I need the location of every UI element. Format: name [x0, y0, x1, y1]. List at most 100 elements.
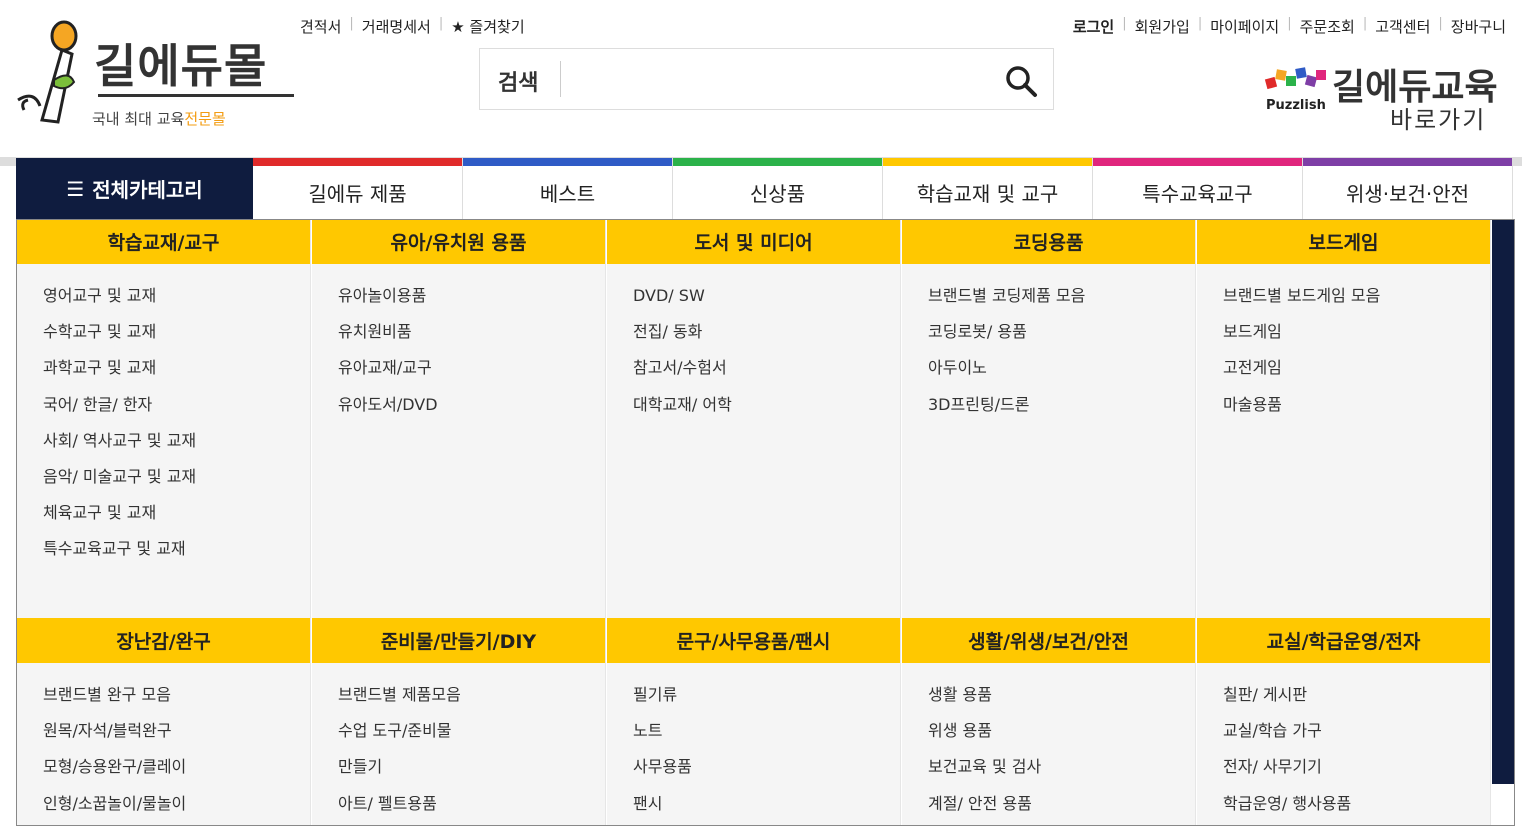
- subcategory-link[interactable]: 원목/자석/블럭완구: [43, 719, 310, 755]
- subcategory-link[interactable]: 국어/ 한글/ 한자: [43, 393, 310, 429]
- tab-label: 학습교재 및 교구: [916, 182, 1059, 206]
- subcategory-link[interactable]: 대학교재/ 어학: [633, 393, 900, 429]
- subcategory-link[interactable]: 3D프린팅/드론: [928, 393, 1195, 429]
- subcategory-link[interactable]: 수업 도구/준비물: [338, 719, 605, 755]
- subcategory-link[interactable]: 코딩로봇/ 용품: [928, 320, 1195, 356]
- search-icon[interactable]: [1003, 63, 1039, 99]
- tab-color-bar: [1303, 158, 1512, 166]
- subcategory-link[interactable]: 만들기: [338, 755, 605, 791]
- category-heading[interactable]: 유아/유치원 용품: [312, 219, 605, 264]
- tab-color-bar: [463, 158, 672, 166]
- site-logo[interactable]: 길에듀몰 국내 최대 교육전문몰: [14, 20, 304, 132]
- subcategory-link[interactable]: 전자/ 사무기기: [1223, 755, 1490, 791]
- subcategory-link[interactable]: 수학교구 및 교재: [43, 320, 310, 356]
- category-heading[interactable]: 교실/학급운영/전자: [1197, 618, 1490, 663]
- tab-color-bar: [673, 158, 882, 166]
- category-heading[interactable]: 보드게임: [1197, 219, 1490, 264]
- subcategory-link[interactable]: DVD/ SW: [633, 284, 900, 320]
- subcategory-link[interactable]: 인형/소꿉놀이/물놀이: [43, 792, 310, 828]
- subcategory-list: DVD/ SW 전집/ 동화 참고서/수험서 대학교재/ 어학: [607, 264, 900, 429]
- subcategory-link[interactable]: 교실/학습 가구: [1223, 719, 1490, 755]
- category-heading[interactable]: 생활/위생/보건/안전: [902, 618, 1195, 663]
- tab-color-bar: [1093, 158, 1302, 166]
- subcategory-link[interactable]: 유아교재/교구: [338, 356, 605, 392]
- category-heading[interactable]: 코딩용품: [902, 219, 1195, 264]
- subcategory-link[interactable]: 생활 용품: [928, 683, 1195, 719]
- subcategory-link[interactable]: 고전게임: [1223, 356, 1490, 392]
- category-column: 준비물/만들기/DIY 브랜드별 제품모음 수업 도구/준비물 만들기 아트/ 펠트용품: [312, 618, 606, 826]
- subcategory-link[interactable]: 유아놀이용품: [338, 284, 605, 320]
- subcategory-link[interactable]: 보드게임: [1223, 320, 1490, 356]
- subcategory-list: 유아놀이용품 유치원비품 유아교재/교구 유아도서/DVD: [312, 264, 605, 429]
- customer-center-link[interactable]: 고객센터: [1375, 16, 1430, 37]
- subcategory-link[interactable]: 브랜드별 제품모음: [338, 683, 605, 719]
- category-column: 교실/학급운영/전자 칠판/ 게시판 교실/학습 가구 전자/ 사무기기 학급운영/ 행…: [1197, 618, 1491, 826]
- subcategory-link[interactable]: 브랜드별 완구 모음: [43, 683, 310, 719]
- tab-color-bar: [883, 158, 1092, 166]
- tab-best[interactable]: 베스트: [463, 158, 673, 219]
- subcategory-link[interactable]: 브랜드별 코딩제품 모음: [928, 284, 1195, 320]
- category-heading[interactable]: 문구/사무용품/팬시: [607, 618, 900, 663]
- subcategory-link[interactable]: 칠판/ 게시판: [1223, 683, 1490, 719]
- subcategory-link[interactable]: 사무용품: [633, 755, 900, 791]
- subcategory-link[interactable]: 유아도서/DVD: [338, 393, 605, 429]
- signup-link[interactable]: 회원가입: [1135, 16, 1190, 37]
- subcategory-link[interactable]: 사회/ 역사교구 및 교재: [43, 429, 310, 465]
- search-input[interactable]: [560, 61, 990, 97]
- puzzlish-go-label: 바로가기: [1390, 106, 1487, 134]
- subcategory-link[interactable]: 특수교육교구 및 교재: [43, 537, 310, 573]
- quote-link[interactable]: 견적서: [300, 16, 341, 37]
- puzzlish-brand: Puzzlish: [1266, 98, 1326, 113]
- tab-label: 길에듀 제품: [308, 182, 407, 206]
- subcategory-link[interactable]: 노트: [633, 719, 900, 755]
- tab-new[interactable]: 신상품: [673, 158, 883, 219]
- subcategory-link[interactable]: 참고서/수험서: [633, 356, 900, 392]
- order-lookup-link[interactable]: 주문조회: [1300, 16, 1355, 37]
- search-bar: 검색: [479, 48, 1054, 110]
- tab-learning-materials[interactable]: 학습교재 및 교구: [883, 158, 1093, 219]
- subcategory-link[interactable]: 마술용품: [1223, 393, 1490, 429]
- divider: |: [1438, 16, 1443, 31]
- subcategory-link[interactable]: 필기류: [633, 683, 900, 719]
- utility-links-left: 견적서 | 거래명세서 | ★ 즐겨찾기: [300, 16, 525, 37]
- tab-hygiene-safety[interactable]: 위생·보건·안전: [1303, 158, 1513, 219]
- statement-link[interactable]: 거래명세서: [362, 16, 431, 37]
- login-link[interactable]: 로그인: [1073, 16, 1114, 37]
- subcategory-link[interactable]: 팬시: [633, 792, 900, 828]
- puzzlish-banner[interactable]: Puzzlish 길에듀교육 바로가기: [1262, 58, 1512, 138]
- subcategory-link[interactable]: 과학교구 및 교재: [43, 356, 310, 392]
- logo-subtitle: 국내 최대 교육전문몰: [92, 108, 226, 129]
- bookmark-link[interactable]: ★ 즐겨찾기: [451, 16, 524, 37]
- subcategory-link[interactable]: 유치원비품: [338, 320, 605, 356]
- mypage-link[interactable]: 마이페이지: [1210, 16, 1279, 37]
- subcategory-link[interactable]: 아트/ 펠트용품: [338, 792, 605, 828]
- category-heading[interactable]: 준비물/만들기/DIY: [312, 618, 605, 663]
- subcategory-link[interactable]: 음악/ 미술교구 및 교재: [43, 465, 310, 501]
- subcategory-link[interactable]: 브랜드별 보드게임 모음: [1223, 284, 1490, 320]
- category-heading[interactable]: 장난감/완구: [17, 618, 310, 663]
- category-heading[interactable]: 학습교재/교구: [17, 219, 310, 264]
- subcategory-link[interactable]: 계절/ 안전 용품: [928, 792, 1195, 828]
- subcategory-link[interactable]: 위생 용품: [928, 719, 1195, 755]
- subcategory-link[interactable]: 전집/ 동화: [633, 320, 900, 356]
- tab-label: 베스트: [539, 182, 596, 206]
- subcategory-list: 브랜드별 제품모음 수업 도구/준비물 만들기 아트/ 펠트용품: [312, 663, 605, 828]
- all-categories-button[interactable]: ☰ 전체카테고리: [16, 158, 253, 219]
- subcategory-link[interactable]: 아두이노: [928, 356, 1195, 392]
- subcategory-link[interactable]: 학급운영/ 행사용품: [1223, 792, 1490, 828]
- subcategory-link[interactable]: 보건교육 및 검사: [928, 755, 1195, 791]
- side-panel-edge: [1492, 219, 1514, 784]
- tab-special-education[interactable]: 특수교육교구: [1093, 158, 1303, 219]
- utility-links-right: 로그인 | 회원가입 | 마이페이지 | 주문조회 | 고객센터 | 장바구니: [1073, 16, 1506, 37]
- subcategory-link[interactable]: 체육교구 및 교재: [43, 501, 310, 537]
- subcategory-list: 필기류 노트 사무용품 팬시: [607, 663, 900, 828]
- subcategory-link[interactable]: 모형/승용완구/클레이: [43, 755, 310, 791]
- logo-underline: [98, 94, 294, 97]
- logo-figure-icon: [17, 20, 78, 124]
- category-heading[interactable]: 도서 및 미디어: [607, 219, 900, 264]
- tab-gil-products[interactable]: 길에듀 제품: [253, 158, 463, 219]
- subcategory-list: 칠판/ 게시판 교실/학습 가구 전자/ 사무기기 학급운영/ 행사용품: [1197, 663, 1490, 828]
- cart-link[interactable]: 장바구니: [1451, 16, 1506, 37]
- subcategory-list: 브랜드별 보드게임 모음 보드게임 고전게임 마술용품: [1197, 264, 1490, 429]
- subcategory-link[interactable]: 영어교구 및 교재: [43, 284, 310, 320]
